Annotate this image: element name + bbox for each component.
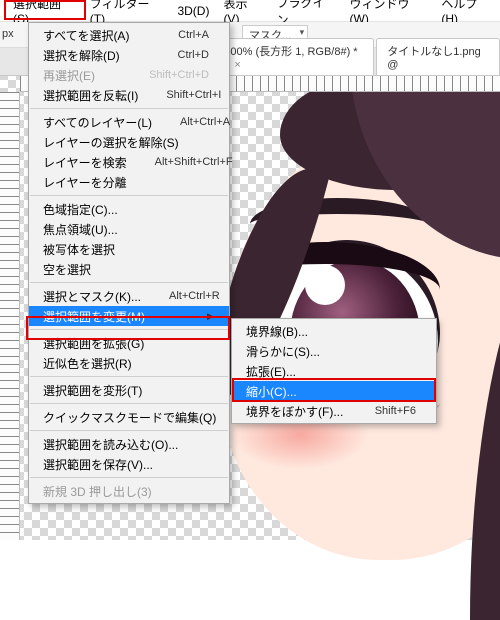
- menu-item-modify[interactable]: 選択範囲を変更(M): [29, 306, 229, 326]
- menu-item-all-layers[interactable]: すべてのレイヤー(L)Alt+Ctrl+A: [29, 112, 229, 132]
- menu-item-isolate-layers[interactable]: レイヤーを分離: [29, 172, 229, 192]
- menu-item-grow[interactable]: 選択範囲を拡張(G): [29, 333, 229, 353]
- close-icon[interactable]: ×: [234, 59, 240, 71]
- document-tab-2[interactable]: タイトルなし1.png @: [376, 38, 500, 75]
- submenu-item-border[interactable]: 境界線(B)...: [232, 321, 436, 341]
- menu-item-inverse[interactable]: 選択範囲を反転(I)Shift+Ctrl+I: [29, 85, 229, 105]
- menu-item-deselect-layers[interactable]: レイヤーの選択を解除(S): [29, 132, 229, 152]
- menu-item-similar[interactable]: 近似色を選択(R): [29, 353, 229, 373]
- menu-item-quick-mask[interactable]: クイックマスクモードで編集(Q): [29, 407, 229, 427]
- menu-item-find-layers[interactable]: レイヤーを検索Alt+Shift+Ctrl+F: [29, 152, 229, 172]
- menu-3d[interactable]: 3D(D): [170, 1, 216, 21]
- menu-separator: [30, 430, 228, 431]
- document-tab-2-label: タイトルなし1.png @: [387, 46, 481, 71]
- menu-item-sky[interactable]: 空を選択: [29, 259, 229, 279]
- submenu-item-smooth[interactable]: 滑らかに(S)...: [232, 341, 436, 361]
- menubar: 選択範囲(S) フィルター(T) 3D(D) 表示(V) プラグイン ウィンドウ…: [0, 0, 500, 22]
- menu-separator: [30, 282, 228, 283]
- ruler-vertical: [0, 92, 20, 540]
- menu-item-select-all[interactable]: すべてを選択(A)Ctrl+A: [29, 25, 229, 45]
- submenu-item-feather[interactable]: 境界をぼかす(F)...Shift+F6: [232, 401, 436, 421]
- menu-item-load-selection[interactable]: 選択範囲を読み込む(O)...: [29, 434, 229, 454]
- menu-item-color-range[interactable]: 色域指定(C)...: [29, 199, 229, 219]
- px-label: px: [2, 28, 14, 40]
- menu-separator: [30, 376, 228, 377]
- modify-submenu: 境界線(B)... 滑らかに(S)... 拡張(E)... 縮小(C)... 境…: [231, 318, 437, 424]
- menu-separator: [30, 477, 228, 478]
- document-tab-1-label: 00% (長方形 1, RGB/8#) *: [230, 46, 357, 58]
- menu-item-select-and-mask[interactable]: 選択とマスク(K)...Alt+Ctrl+R: [29, 286, 229, 306]
- menu-separator: [30, 195, 228, 196]
- submenu-item-expand[interactable]: 拡張(E)...: [232, 361, 436, 381]
- menu-item-subject[interactable]: 被写体を選択: [29, 239, 229, 259]
- menu-item-transform-selection[interactable]: 選択範囲を変形(T): [29, 380, 229, 400]
- menu-item-reselect[interactable]: 再選択(E)Shift+Ctrl+D: [29, 65, 229, 85]
- select-menu: すべてを選択(A)Ctrl+A 選択を解除(D)Ctrl+D 再選択(E)Shi…: [28, 22, 230, 504]
- menu-item-focus-area[interactable]: 焦点領域(U)...: [29, 219, 229, 239]
- menu-item-deselect[interactable]: 選択を解除(D)Ctrl+D: [29, 45, 229, 65]
- menu-separator: [30, 108, 228, 109]
- menu-separator: [30, 403, 228, 404]
- document-tab-1[interactable]: 00% (長方形 1, RGB/8#) * ×: [219, 38, 374, 75]
- submenu-item-contract[interactable]: 縮小(C)...: [232, 381, 436, 401]
- menu-item-new-3d-extrusion[interactable]: 新規 3D 押し出し(3): [29, 481, 229, 501]
- menu-separator: [30, 329, 228, 330]
- menu-item-save-selection[interactable]: 選択範囲を保存(V)...: [29, 454, 229, 474]
